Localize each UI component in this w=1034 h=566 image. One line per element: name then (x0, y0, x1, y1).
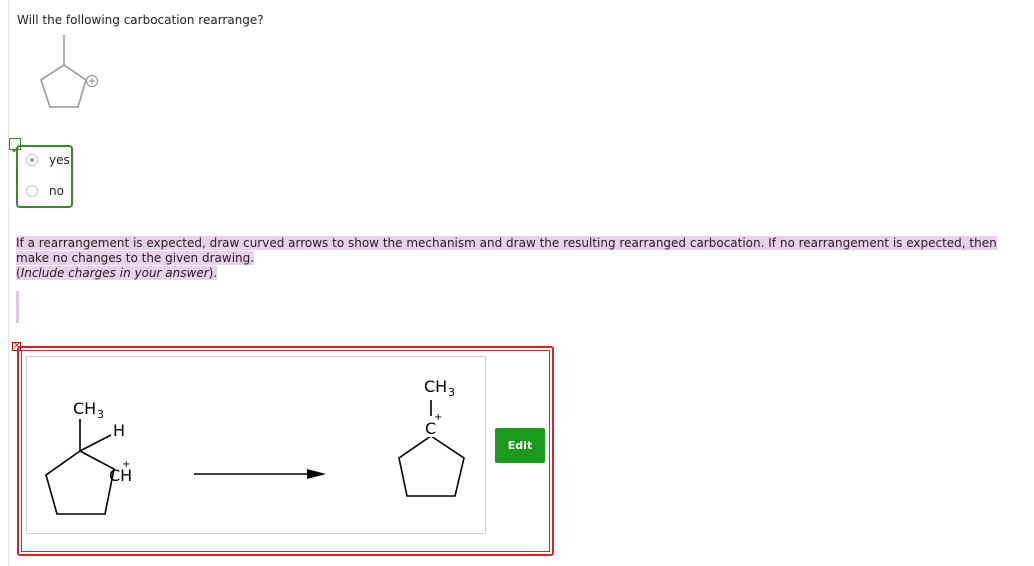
instructions-line-3: (Include charges in your answer). (16, 266, 218, 280)
product-charge: + (434, 412, 442, 423)
reactant-structure: CH 3 H CH + (45, 399, 132, 515)
instructions-line-2: make no changes to the given drawing. (16, 251, 255, 265)
answer-choices: yes no (16, 145, 73, 208)
text-cursor-bar (16, 291, 19, 323)
reactant-methyl-label: CH (73, 399, 96, 418)
reactant-methyl-subscript: 3 (97, 408, 104, 421)
choice-no[interactable]: no (26, 183, 64, 199)
drawing-canvas[interactable]: CH 3 H CH + CH 3 C + (26, 356, 486, 534)
product-methyl-label: CH (424, 377, 447, 396)
radio-yes[interactable] (26, 154, 38, 166)
reaction-scheme: CH 3 H CH + CH 3 C + (45, 377, 465, 515)
choice-yes[interactable]: yes (26, 152, 70, 168)
radio-no[interactable] (26, 185, 38, 197)
choice-no-label: no (49, 184, 64, 198)
reactant-charge: + (122, 459, 130, 470)
question-text: Will the following carbocation rearrange… (17, 13, 264, 27)
product-structure: CH 3 C + (398, 377, 465, 497)
reaction-arrow (194, 469, 326, 479)
product-methyl-subscript: 3 (448, 386, 455, 399)
reactant-h-label: H (113, 421, 125, 440)
left-margin-rule (8, 0, 9, 566)
choice-yes-label: yes (49, 153, 70, 167)
carbocation-structure (40, 35, 99, 108)
edit-button[interactable]: Edit (495, 428, 545, 463)
instructions: If a rearrangement is expected, draw cur… (16, 236, 1026, 281)
instructions-line-1: If a rearrangement is expected, draw cur… (16, 236, 997, 250)
